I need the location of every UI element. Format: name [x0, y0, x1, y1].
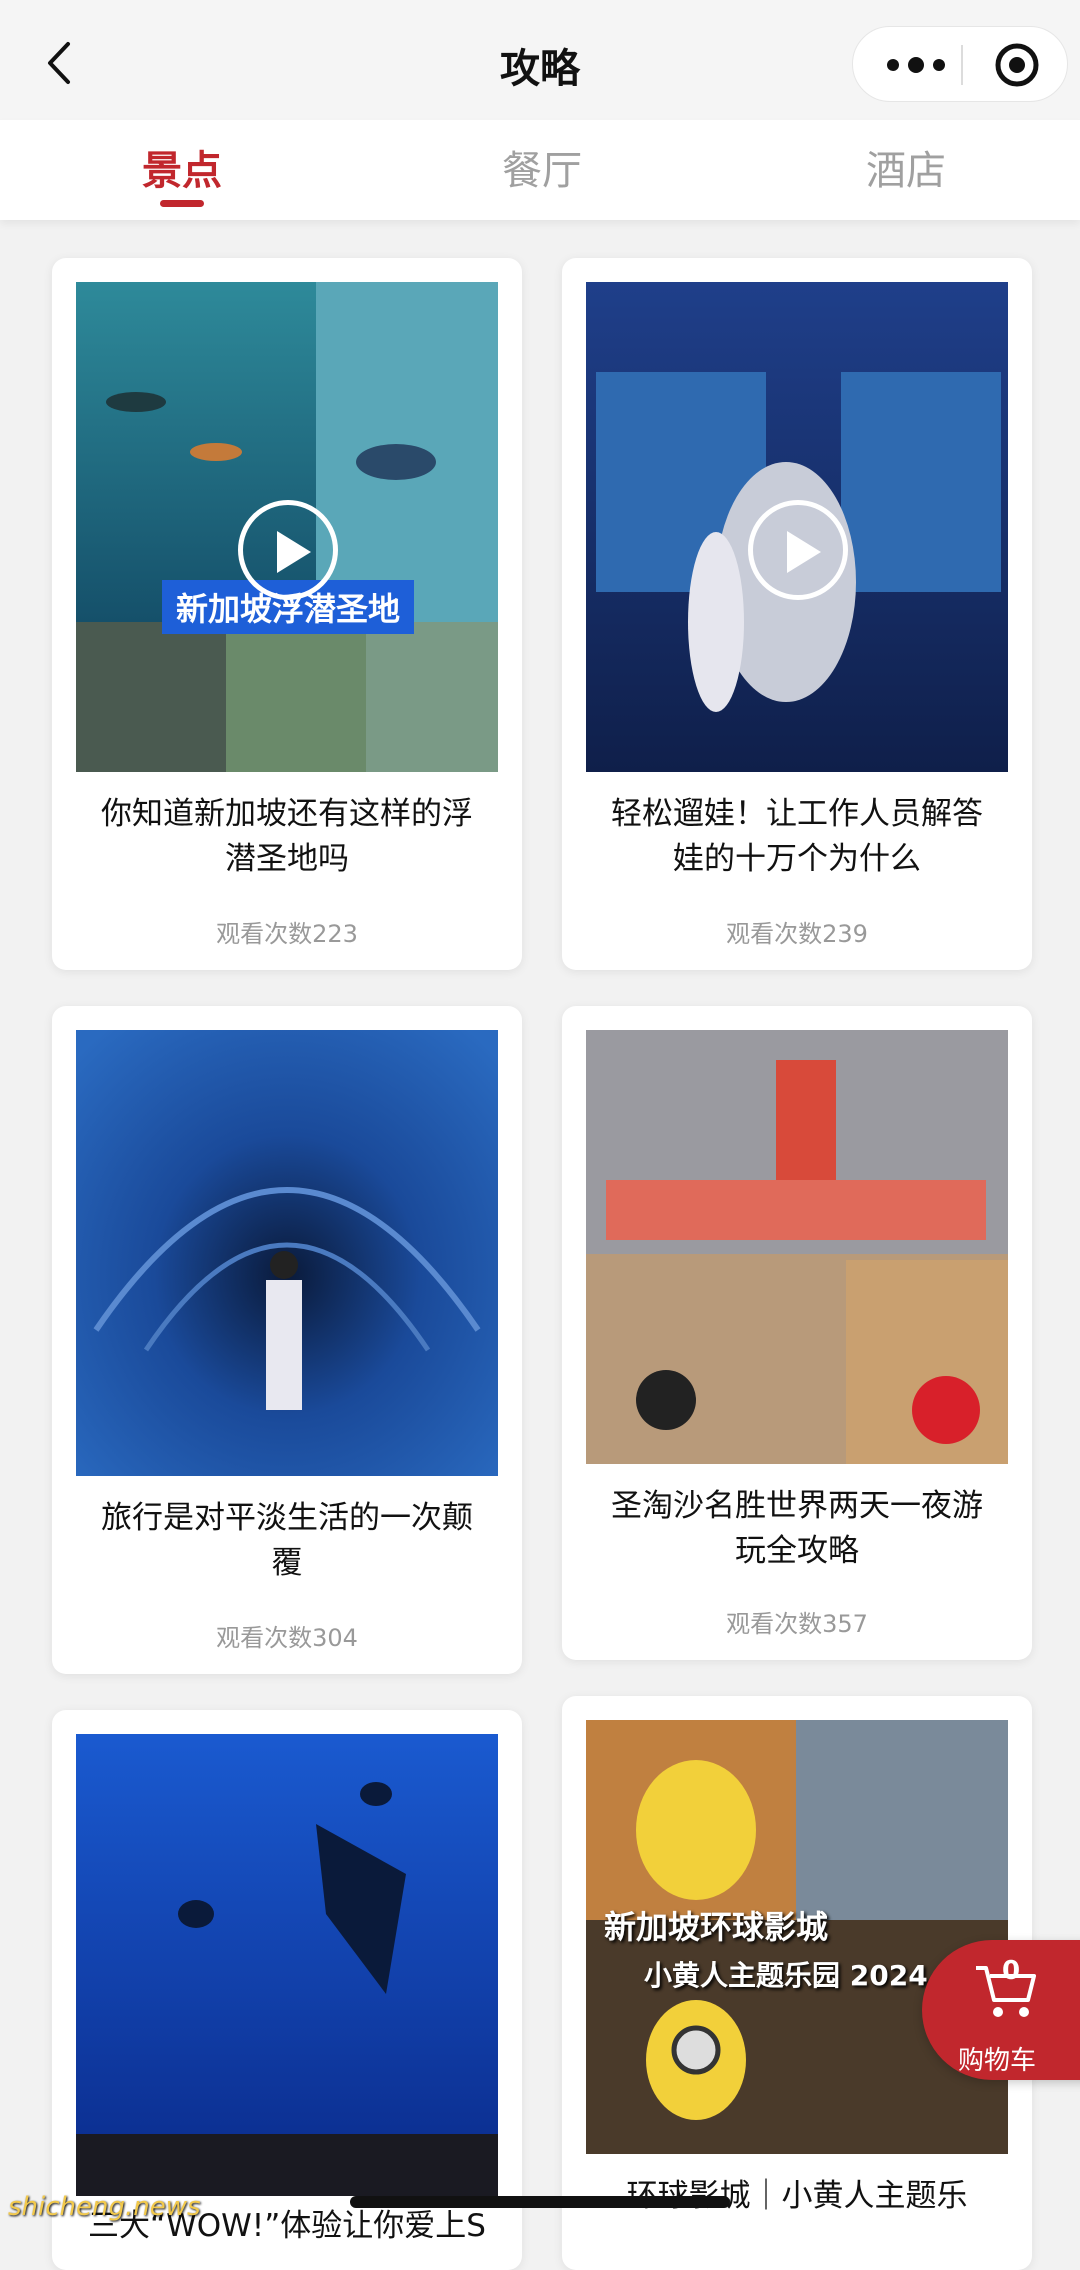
guide-card[interactable]: 圣淘沙名胜世界两天一夜游 玩全攻略 观看次数357 — [562, 1006, 1032, 1660]
tab-attractions[interactable]: 景点 — [82, 138, 282, 196]
card-thumbnail — [76, 1734, 498, 2196]
play-video-icon[interactable] — [238, 500, 338, 600]
card-thumbnail — [586, 282, 1008, 772]
card-title: 你知道新加坡还有这样的浮 潜圣地吗 — [101, 796, 473, 877]
thumbnail-overlay-subtext: 小黄人主题乐园 2024 — [644, 1959, 928, 1992]
card-thumbnail: 新加坡浮潜圣地 — [76, 282, 498, 772]
thumbnail-overlay-text: 新加坡环球影城 — [604, 1908, 829, 1946]
cart-count-badge: 0 — [1001, 1956, 1021, 1986]
active-tab-indicator — [160, 200, 204, 207]
card-title: 轻松遛娃！让工作人员解答 娃的十万个为什么 — [611, 796, 983, 877]
category-tabs: 景点 餐厅 酒店 — [0, 120, 1080, 220]
navigation-bar: 攻略 — [0, 0, 1080, 120]
view-count: 观看次数223 — [216, 920, 358, 948]
card-thumbnail — [586, 1030, 1008, 1464]
view-count: 观看次数357 — [726, 1610, 868, 1638]
home-indicator — [350, 2196, 730, 2208]
cart-label: 购物车 — [957, 2046, 1036, 2076]
close-mini-program-icon[interactable] — [993, 41, 1041, 89]
capsule-divider — [961, 45, 963, 85]
view-count: 观看次数304 — [216, 1624, 358, 1652]
card-thumbnail: 新加坡环球影城 小黄人主题乐园 2024 — [586, 1720, 1008, 2154]
card-title: 旅行是对平淡生活的一次颠 覆 — [101, 1500, 473, 1581]
guide-card[interactable]: 三大“WOW!”体验让你爱上S — [52, 1710, 522, 2270]
card-title: 圣淘沙名胜世界两天一夜游 玩全攻略 — [611, 1488, 983, 1569]
play-video-icon[interactable] — [748, 500, 848, 600]
mini-program-capsule — [852, 26, 1068, 102]
view-count: 观看次数239 — [726, 920, 868, 948]
more-icon[interactable] — [881, 51, 951, 79]
guide-card[interactable]: 旅行是对平淡生活的一次颠 覆 观看次数304 — [52, 1006, 522, 1674]
watermark: shicheng.news — [8, 2192, 201, 2222]
tab-restaurants[interactable]: 餐厅 — [442, 138, 642, 196]
guide-card[interactable]: 新加坡浮潜圣地 你知道新加坡还有这样的浮 潜圣地吗 观看次数223 — [52, 258, 522, 970]
shopping-cart-button[interactable]: 0 购物车 — [922, 1940, 1080, 2080]
card-thumbnail — [76, 1030, 498, 1476]
guide-card[interactable]: 轻松遛娃！让工作人员解答 娃的十万个为什么 观看次数239 — [562, 258, 1032, 970]
tab-hotels[interactable]: 酒店 — [806, 138, 1006, 196]
